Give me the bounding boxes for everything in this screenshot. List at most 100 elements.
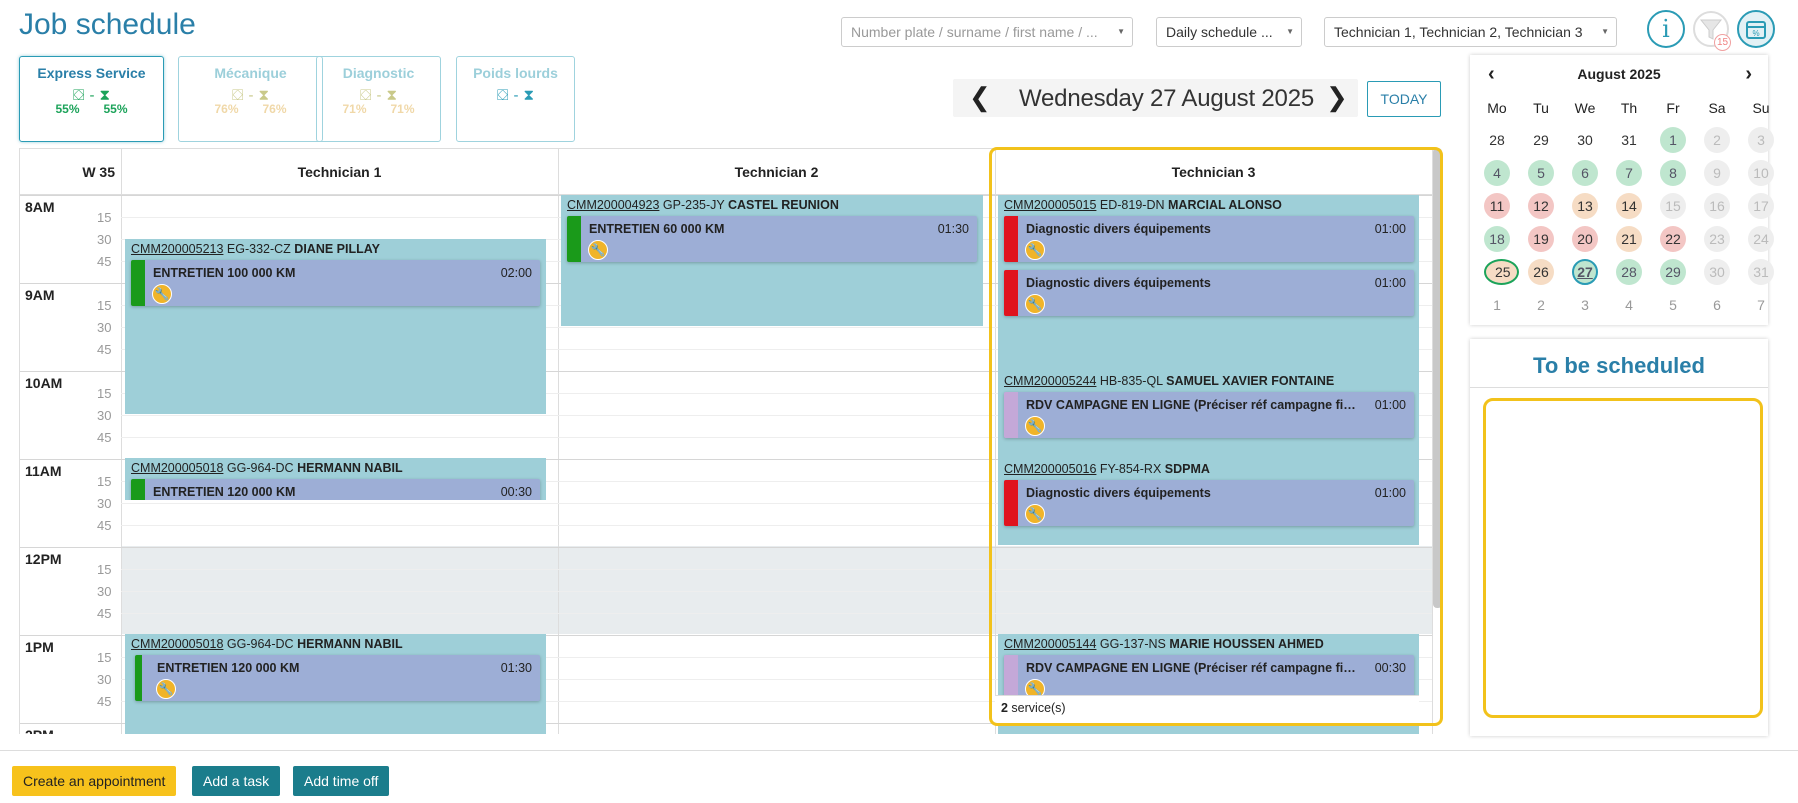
order-ref-link[interactable]: CMM200004923 [567, 198, 659, 212]
calendar-day[interactable]: 3 [1748, 127, 1774, 153]
calendar-day[interactable]: 3 [1572, 292, 1598, 318]
calendar-day[interactable]: 15 [1660, 193, 1686, 219]
filter-button[interactable]: 15 [1692, 10, 1731, 51]
calendar-day[interactable]: 27 [1572, 259, 1598, 285]
calendar-day[interactable]: 4 [1616, 292, 1642, 318]
service-label: RDV CAMPAGNE EN LIGNE (Préciser réf camp… [1026, 398, 1356, 412]
calendar-day[interactable]: 10 [1748, 160, 1774, 186]
create-appointment-button[interactable]: Create an appointment [12, 766, 177, 796]
order-ref-link[interactable]: CMM200005244 [1004, 374, 1096, 388]
calendar-day[interactable]: 6 [1572, 160, 1598, 186]
appointment-header: CMM200005213 EG-332-CZ DIANE PILLAY [125, 239, 546, 259]
calendar-day[interactable]: 14 [1616, 193, 1642, 219]
service-label: ENTRETIEN 120 000 KM [153, 485, 296, 499]
grid-scrollbar[interactable] [1433, 148, 1442, 608]
skill-poids-lourds[interactable]: Poids lourds ⛋ - ⧗ [456, 56, 575, 142]
minute-label: 15 [97, 562, 112, 577]
calendar-percent-button[interactable]: % [1737, 10, 1775, 48]
appointment-card[interactable]: CMM200005018 GG-964-DC HERMANN NABIL ENT… [125, 458, 546, 500]
order-ref-link[interactable]: CMM200005015 [1004, 198, 1096, 212]
order-ref-link[interactable]: CMM200005144 [1004, 637, 1096, 651]
service-duration: 02:00 [500, 266, 532, 280]
technician-select[interactable]: Technician 1, Technician 2, Technician 3… [1324, 17, 1617, 47]
calendar-day[interactable]: 4 [1484, 160, 1510, 186]
calendar-day[interactable]: 29 [1528, 127, 1554, 153]
calendar-day[interactable]: 2 [1704, 127, 1730, 153]
skill-pct-2: 55% [103, 102, 128, 116]
service-block[interactable]: Diagnostic divers équipements 01:00 🔧 [1004, 270, 1414, 316]
appointment-card[interactable]: CMM200005018 GG-964-DC HERMANN NABIL ENT… [125, 634, 546, 734]
calendar-day[interactable]: 1 [1484, 292, 1510, 318]
search-input[interactable]: Number plate / surname / first name / ..… [841, 17, 1133, 47]
current-date: Wednesday 27 August 2025 [1019, 85, 1314, 112]
calendar-day[interactable]: 9 [1704, 160, 1730, 186]
calendar-day[interactable]: 7 [1616, 160, 1642, 186]
calendar-day[interactable]: 17 [1748, 193, 1774, 219]
calendar-day[interactable]: 23 [1704, 226, 1730, 252]
weekday-label: Th [1620, 100, 1638, 116]
service-block[interactable]: Diagnostic divers équipements 01:00 🔧 [1004, 216, 1414, 262]
today-button[interactable]: TODAY [1367, 81, 1441, 117]
customer-name: DIANE PILLAY [294, 242, 380, 256]
calendar-day[interactable]: 25 [1484, 259, 1519, 285]
service-block[interactable]: ENTRETIEN 60 000 KM 01:30 🔧 [567, 216, 977, 262]
skill-express-service[interactable]: Express Service ⛋ - ⧗ 55% 55% [19, 56, 164, 142]
order-ref-link[interactable]: CMM200005213 [131, 242, 223, 256]
calendar-day[interactable]: 22 [1660, 226, 1686, 252]
appointment-card[interactable]: CMM200005244 HB-835-QL SAMUEL XAVIER FON… [998, 371, 1419, 457]
add-task-button[interactable]: Add a task [192, 766, 281, 796]
appointment-card[interactable]: CMM200005016 FY-854-RX SDPMA Diagnostic … [998, 459, 1419, 545]
calendar-day[interactable]: 20 [1572, 226, 1598, 252]
wrench-icon: 🔧 [152, 284, 172, 304]
calendar-day[interactable]: 24 [1748, 226, 1774, 252]
calendar-day[interactable]: 6 [1704, 292, 1730, 318]
order-ref-link[interactable]: CMM200005018 [131, 461, 223, 475]
calendar-day[interactable]: 31 [1616, 127, 1642, 153]
order-ref-link[interactable]: CMM200005016 [1004, 462, 1096, 476]
calendar-day[interactable]: 30 [1704, 259, 1730, 285]
add-time-off-button[interactable]: Add time off [293, 766, 390, 796]
skill-mecanique[interactable]: Mécanique ⛋ - ⧗ 76% 76% [178, 56, 323, 142]
calendar-day[interactable]: 8 [1660, 160, 1686, 186]
to-be-scheduled-dropzone[interactable] [1483, 398, 1763, 718]
service-block[interactable]: Diagnostic divers équipements 01:00 🔧 [1004, 480, 1414, 526]
service-block[interactable]: RDV CAMPAGNE EN LIGNE (Préciser réf camp… [1004, 392, 1414, 438]
skill-name: Diagnostic [342, 65, 415, 81]
customer-name: HERMANN NABIL [297, 461, 403, 475]
appointment-card[interactable]: CMM200005213 EG-332-CZ DIANE PILLAY ENTR… [125, 239, 546, 414]
status-bar [1004, 216, 1018, 262]
info-button[interactable]: i [1647, 10, 1685, 48]
calendar-day[interactable]: 13 [1572, 193, 1598, 219]
calendar-day[interactable]: 7 [1748, 292, 1774, 318]
wrench-icon: 🔧 [1025, 240, 1045, 260]
appointment-card[interactable]: CMM200004923 GP-235-JY CASTEL REUNION EN… [561, 195, 983, 326]
order-ref-link[interactable]: CMM200005018 [131, 637, 223, 651]
calendar-day[interactable]: 2 [1528, 292, 1554, 318]
view-select[interactable]: Daily schedule ... ▼ [1156, 17, 1302, 47]
service-block[interactable]: ENTRETIEN 120 000 KM 01:30 🔧 [135, 655, 540, 701]
calendar-day[interactable]: 12 [1528, 193, 1554, 219]
calendar-day[interactable]: 31 [1748, 259, 1774, 285]
calendar-day[interactable]: 5 [1528, 160, 1554, 186]
skill-diagnostic[interactable]: Diagnostic ⛋ - ⧗ 71% 71% [316, 56, 441, 142]
calendar-day[interactable]: 11 [1484, 193, 1510, 219]
calendar-day[interactable]: 28 [1484, 127, 1510, 153]
calendar-day[interactable]: 29 [1660, 259, 1686, 285]
calendar-day[interactable]: 1 [1660, 127, 1686, 153]
calendar-day[interactable]: 5 [1660, 292, 1686, 318]
service-block[interactable]: ENTRETIEN 100 000 KM 02:00 🔧 [131, 260, 540, 306]
calendar-day[interactable]: 16 [1704, 193, 1730, 219]
minute-label: 15 [97, 210, 112, 225]
next-day-icon[interactable]: ❯ [1326, 82, 1348, 113]
next-month-icon[interactable]: › [1745, 63, 1752, 86]
prev-day-icon[interactable]: ❮ [969, 82, 991, 113]
calendar-day[interactable]: 19 [1528, 226, 1554, 252]
calendar-day[interactable]: 30 [1572, 127, 1598, 153]
service-block[interactable]: ENTRETIEN 120 000 KM00:30🔧 [131, 479, 540, 500]
calendar-day[interactable]: 28 [1616, 259, 1642, 285]
calendar-day[interactable]: 21 [1616, 226, 1642, 252]
calendar-day[interactable]: 26 [1528, 259, 1554, 285]
minute-label: 45 [97, 430, 112, 445]
calendar-day[interactable]: 18 [1484, 226, 1510, 252]
chevron-down-icon: ▼ [1286, 27, 1294, 36]
